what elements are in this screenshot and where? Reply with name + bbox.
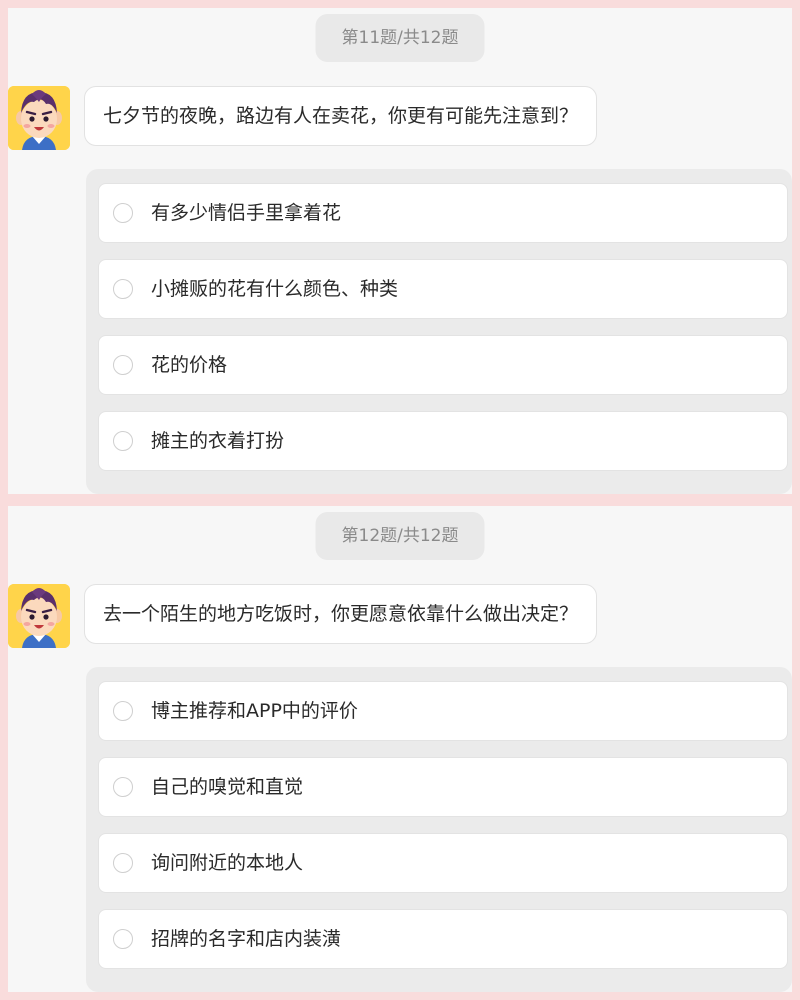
question-counter: 第11题/共12题 — [315, 14, 485, 62]
option-label: 博主推荐和APP中的评价 — [151, 700, 358, 722]
option-3[interactable]: 花的价格 — [98, 335, 788, 395]
option-1[interactable]: 博主推荐和APP中的评价 — [98, 681, 788, 741]
option-1[interactable]: 有多少情侣手里拿着花 — [98, 183, 788, 243]
options-group: 博主推荐和APP中的评价 自己的嗅觉和直觉 询问附近的本地人 招牌的名字和店内装… — [86, 667, 792, 992]
radio-circle-icon[interactable] — [113, 431, 133, 451]
radio-circle-icon[interactable] — [113, 701, 133, 721]
option-3[interactable]: 询问附近的本地人 — [98, 833, 788, 893]
question-prompt-bubble: 七夕节的夜晚，路边有人在卖花，你更有可能先注意到？ — [84, 86, 598, 146]
radio-circle-icon[interactable] — [113, 279, 133, 299]
question-panel-12: 第12题/共12题 去一个陌生的地方吃饭时，你更愿意依靠什么做出决定？ 博主推荐… — [8, 506, 792, 992]
radio-circle-icon[interactable] — [113, 853, 133, 873]
option-label: 小摊贩的花有什么颜色、种类 — [151, 278, 399, 300]
cartoon-boy-avatar-icon — [8, 584, 70, 648]
question-counter: 第12题/共12题 — [315, 512, 485, 560]
option-4[interactable]: 招牌的名字和店内装潢 — [98, 909, 788, 969]
radio-circle-icon[interactable] — [113, 355, 133, 375]
radio-circle-icon[interactable] — [113, 777, 133, 797]
option-label: 招牌的名字和店内装潢 — [151, 928, 342, 950]
question-prompt-bubble: 去一个陌生的地方吃饭时，你更愿意依靠什么做出决定？ — [84, 584, 598, 644]
cartoon-boy-avatar-icon — [8, 86, 70, 150]
option-label: 有多少情侣手里拿着花 — [151, 202, 342, 224]
option-label: 询问附近的本地人 — [151, 852, 304, 874]
option-4[interactable]: 摊主的衣着打扮 — [98, 411, 788, 471]
option-label: 摊主的衣着打扮 — [151, 430, 285, 452]
option-label: 花的价格 — [151, 354, 228, 376]
question-panel-11: 第11题/共12题 七夕节的夜晚，路边有人在卖花，你更有可能先注意到？ 有多少情… — [8, 8, 792, 494]
options-group: 有多少情侣手里拿着花 小摊贩的花有什么颜色、种类 花的价格 摊主的衣着打扮 — [86, 169, 792, 494]
radio-circle-icon[interactable] — [113, 929, 133, 949]
option-2[interactable]: 自己的嗅觉和直觉 — [98, 757, 788, 817]
radio-circle-icon[interactable] — [113, 203, 133, 223]
option-2[interactable]: 小摊贩的花有什么颜色、种类 — [98, 259, 788, 319]
option-label: 自己的嗅觉和直觉 — [151, 776, 304, 798]
